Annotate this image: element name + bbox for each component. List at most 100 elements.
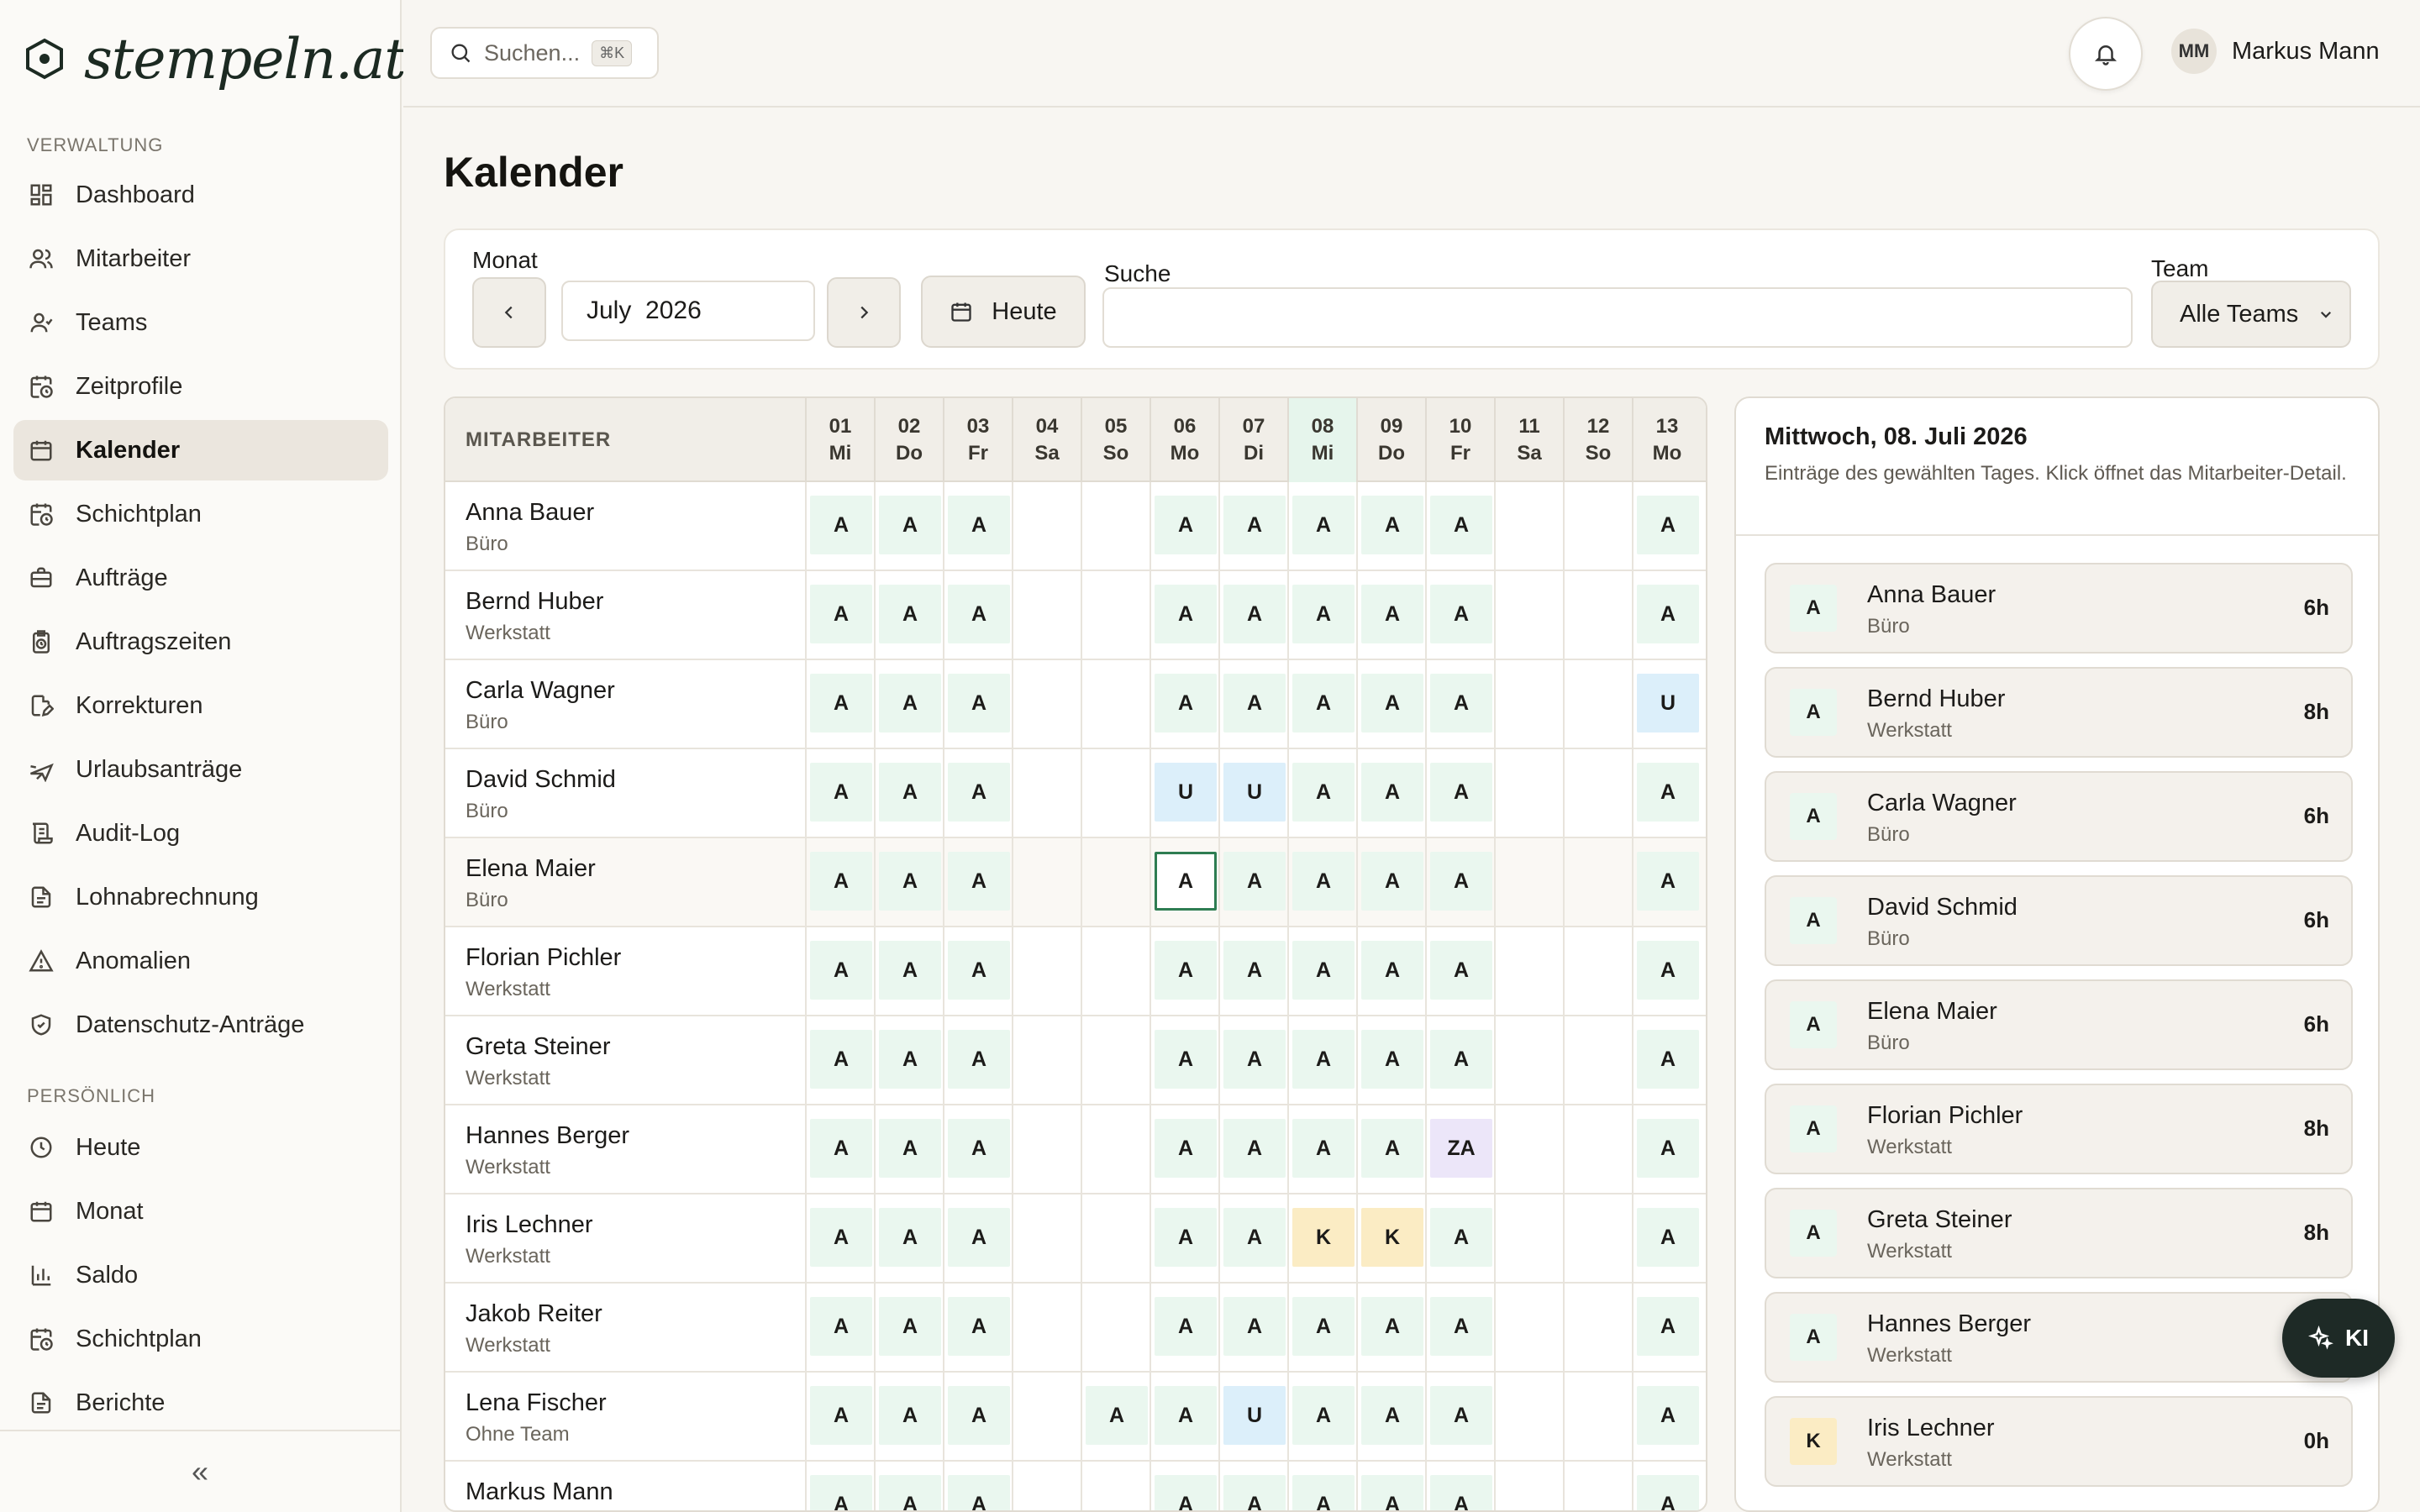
calendar-cell[interactable]: A [1425, 1194, 1494, 1284]
calendar-cell[interactable]: A [1632, 927, 1701, 1016]
calendar-cell[interactable]: A [1425, 1373, 1494, 1462]
calendar-cell[interactable]: A [874, 749, 943, 838]
calendar-cell[interactable] [1494, 927, 1563, 1016]
calendar-cell[interactable]: A [1356, 749, 1425, 838]
calendar-cell[interactable]: A [1425, 660, 1494, 749]
employee-name[interactable]: Hannes Berger [466, 1122, 629, 1150]
notifications-button[interactable] [2069, 17, 2143, 91]
calendar-cell[interactable] [1563, 927, 1632, 1016]
sidebar-item-aufträge[interactable]: Aufträge [13, 548, 388, 608]
calendar-cell[interactable]: A [1287, 1373, 1356, 1462]
calendar-cell[interactable]: A [943, 1284, 1012, 1373]
calendar-cell[interactable]: A [874, 1373, 943, 1462]
calendar-cell[interactable] [1494, 1284, 1563, 1373]
calendar-cell[interactable]: A [1356, 1105, 1425, 1194]
sidebar-item-urlaubsanträge[interactable]: Urlaubsanträge [13, 739, 388, 800]
calendar-cell[interactable] [1494, 1105, 1563, 1194]
employee-name[interactable]: Bernd Huber [466, 588, 603, 616]
day-header-10[interactable]: 10 Fr [1425, 398, 1494, 482]
calendar-cell[interactable]: A [943, 749, 1012, 838]
sidebar-item-teams[interactable]: Teams [13, 292, 388, 353]
calendar-cell[interactable]: A [805, 482, 874, 571]
calendar-cell[interactable] [1081, 1194, 1150, 1284]
calendar-cell[interactable] [1012, 660, 1081, 749]
calendar-cell[interactable]: A [1356, 482, 1425, 571]
calendar-cell[interactable]: U [1218, 1373, 1287, 1462]
calendar-cell[interactable] [1494, 482, 1563, 571]
calendar-cell[interactable]: A [1218, 1016, 1287, 1105]
calendar-cell[interactable]: A [1356, 927, 1425, 1016]
calendar-cell[interactable]: A [1632, 1194, 1701, 1284]
day-entry-bernd-huber[interactable]: A Bernd Huber Werkstatt 8h [1765, 667, 2353, 758]
logo[interactable]: stempeln.at [24, 24, 407, 94]
calendar-cell[interactable] [1563, 1284, 1632, 1373]
calendar-cell[interactable] [1081, 927, 1150, 1016]
calendar-cell[interactable] [1563, 571, 1632, 660]
calendar-cell[interactable]: A [1287, 1016, 1356, 1105]
ki-assistant-button[interactable]: KI [2282, 1299, 2395, 1378]
calendar-cell[interactable]: A [805, 1284, 874, 1373]
calendar-cell[interactable]: A [1425, 927, 1494, 1016]
calendar-cell[interactable] [1012, 927, 1081, 1016]
calendar-cell[interactable]: A [943, 838, 1012, 927]
sidebar-item-datenschutz-anträge[interactable]: Datenschutz-Anträge [13, 995, 388, 1055]
day-header-06[interactable]: 06 Mo [1150, 398, 1218, 482]
calendar-cell[interactable]: A [1150, 838, 1218, 927]
calendar-cell[interactable]: A [874, 482, 943, 571]
day-header-12[interactable]: 12 So [1563, 398, 1632, 482]
calendar-cell[interactable]: A [1356, 1462, 1425, 1510]
calendar-cell[interactable]: A [1356, 1373, 1425, 1462]
next-month-button[interactable] [827, 277, 901, 348]
day-header-09[interactable]: 09 Do [1356, 398, 1425, 482]
calendar-cell[interactable]: A [1356, 838, 1425, 927]
employee-name[interactable]: Iris Lechner [466, 1211, 593, 1239]
calendar-cell[interactable] [1494, 660, 1563, 749]
calendar-cell[interactable]: A [1632, 1462, 1701, 1510]
calendar-cell[interactable] [1494, 1016, 1563, 1105]
calendar-cell[interactable] [1012, 838, 1081, 927]
calendar-cell[interactable]: A [874, 571, 943, 660]
calendar-cell[interactable]: A [805, 1194, 874, 1284]
calendar-cell[interactable] [1012, 482, 1081, 571]
calendar-cell[interactable]: A [1356, 571, 1425, 660]
calendar-cell[interactable] [1012, 1462, 1081, 1510]
sidebar-item-kalender[interactable]: Kalender [13, 420, 388, 480]
calendar-cell[interactable]: A [1150, 1105, 1218, 1194]
day-header-07[interactable]: 07 Di [1218, 398, 1287, 482]
calendar-cell[interactable]: A [1356, 1284, 1425, 1373]
calendar-cell[interactable] [1081, 660, 1150, 749]
day-header-02[interactable]: 02 Do [874, 398, 943, 482]
sidebar-item-monat[interactable]: Monat [13, 1181, 388, 1242]
calendar-cell[interactable]: A [805, 838, 874, 927]
calendar-cell[interactable]: A [874, 1462, 943, 1510]
calendar-cell[interactable]: A [1287, 749, 1356, 838]
calendar-cell[interactable]: A [1356, 660, 1425, 749]
calendar-cell[interactable]: A [943, 1462, 1012, 1510]
calendar-cell[interactable]: A [805, 1462, 874, 1510]
employee-name[interactable]: Lena Fischer [466, 1389, 607, 1417]
day-header-05[interactable]: 05 So [1081, 398, 1150, 482]
calendar-cell[interactable]: A [1150, 1373, 1218, 1462]
sidebar-item-berichte[interactable]: Berichte [13, 1373, 388, 1433]
calendar-cell[interactable]: A [1218, 660, 1287, 749]
calendar-cell[interactable] [1081, 1462, 1150, 1510]
employee-name[interactable]: Carla Wagner [466, 677, 615, 705]
employee-name[interactable]: David Schmid [466, 766, 616, 794]
day-header-13[interactable]: 13 Mo [1632, 398, 1701, 482]
calendar-cell[interactable] [1494, 1462, 1563, 1510]
calendar-cell[interactable]: A [1150, 1284, 1218, 1373]
employee-name[interactable]: Markus Mann [466, 1478, 613, 1506]
calendar-cell[interactable]: A [1425, 482, 1494, 571]
calendar-cell[interactable] [1081, 838, 1150, 927]
calendar-cell[interactable]: K [1356, 1194, 1425, 1284]
calendar-cell[interactable]: A [943, 1016, 1012, 1105]
calendar-cell[interactable]: A [1218, 1105, 1287, 1194]
calendar-cell[interactable]: A [1150, 1016, 1218, 1105]
calendar-cell[interactable]: A [1150, 660, 1218, 749]
calendar-cell[interactable] [1081, 1105, 1150, 1194]
calendar-cell[interactable] [1081, 749, 1150, 838]
sidebar-item-schichtplan[interactable]: Schichtplan [13, 1309, 388, 1369]
calendar-cell[interactable]: A [943, 571, 1012, 660]
calendar-cell[interactable] [1012, 1194, 1081, 1284]
sidebar-item-anomalien[interactable]: Anomalien [13, 931, 388, 991]
